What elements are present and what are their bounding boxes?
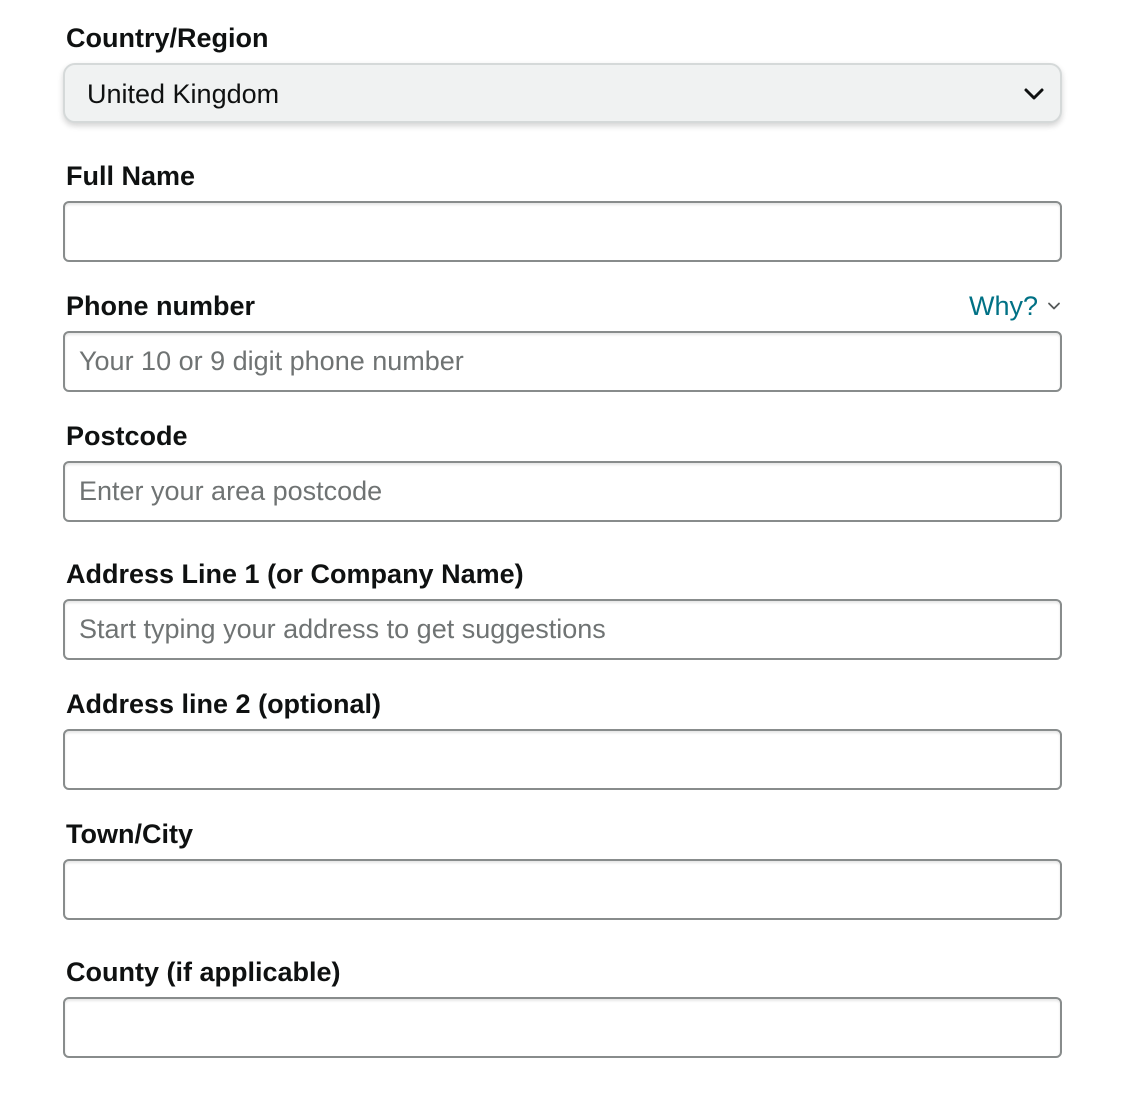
address-line-2-label: Address line 2 (optional) [66,689,382,719]
phone-number-label: Phone number [66,291,256,321]
chevron-down-icon [1024,88,1044,100]
country-region-select[interactable]: United Kingdom [63,63,1062,123]
phone-number-input[interactable] [63,331,1062,392]
why-link-text: Why? [968,291,1038,321]
county-label: County (if applicable) [66,957,341,987]
chevron-down-icon [1048,302,1060,310]
town-city-input[interactable] [63,859,1062,920]
town-city-label: Town/City [66,819,193,849]
country-region-selected-value: United Kingdom [87,79,280,109]
address-line-2-input[interactable] [63,729,1062,790]
county-input[interactable] [63,997,1062,1058]
country-region-label: Country/Region [66,23,269,53]
full-name-input[interactable] [63,201,1062,262]
why-phone-link[interactable]: Why? [969,289,1062,323]
address-line-1-input[interactable] [63,599,1062,660]
postcode-label: Postcode [66,421,188,451]
address-line-1-label: Address Line 1 (or Company Name) [66,559,524,589]
full-name-label: Full Name [66,161,196,191]
postcode-input[interactable] [63,461,1062,522]
